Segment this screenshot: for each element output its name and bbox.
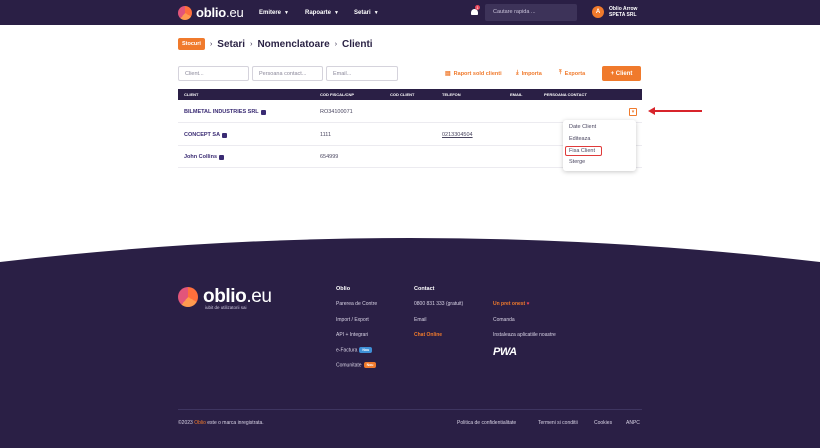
notification-badge: 1 <box>475 5 480 10</box>
highlight-box <box>565 146 602 156</box>
col-cod-fiscal[interactable]: COD FISCAL/CNP <box>320 89 354 100</box>
client-name-link[interactable]: BILMETAL INDUSTRIES SRL <box>184 109 266 115</box>
cookies-link[interactable]: Cookies <box>594 420 612 426</box>
import-link[interactable]: ⤓ Importa <box>516 70 542 77</box>
crumb-setari[interactable]: Setari <box>217 39 245 50</box>
contact-filter-input[interactable]: Persoana contact... <box>252 66 323 81</box>
chevron-down-icon: ▼ <box>334 9 339 16</box>
footer-col-oblio-title: Oblio <box>336 286 351 292</box>
anpc-link[interactable]: ANPC <box>626 420 640 426</box>
pwa-logo[interactable]: PWA <box>493 346 517 358</box>
client-filter-input[interactable]: Client... <box>178 66 249 81</box>
footer-chat-link[interactable]: Chat Online <box>414 332 442 338</box>
footer-order-link[interactable]: Comanda <box>493 317 515 323</box>
footer <box>0 222 820 448</box>
report-balance-link[interactable]: ▤ Raport sold clienti <box>445 70 502 78</box>
client-name-link[interactable]: John Collins <box>184 154 224 160</box>
table-header: CLIENT COD FISCAL/CNP COD CLIENT TELEFON… <box>178 89 642 100</box>
footer-install-apps-link[interactable]: Instaleaza aplicatiile noastre <box>493 332 556 338</box>
col-telefon[interactable]: TELEFON <box>442 89 461 100</box>
footer-link-comunitate[interactable]: Comunitate Nou <box>336 362 377 368</box>
nav-setari[interactable]: Setari ▼ <box>354 0 379 25</box>
footer-email-link[interactable]: Email <box>414 317 427 323</box>
chevron-right-icon: › <box>334 40 338 48</box>
nav-emitere[interactable]: Emitere ▼ <box>259 0 289 25</box>
breadcrumb: Stocuri › Setari › Nomenclatoare › Clien… <box>178 37 373 51</box>
person-icon <box>219 154 224 160</box>
col-persoana-contact[interactable]: PERSOANA CONTACT <box>544 89 587 100</box>
client-name-link[interactable]: CONCEPT SA <box>184 132 228 138</box>
row-actions-toggle-icon[interactable]: ▾ <box>629 108 637 116</box>
user-avatar[interactable]: A <box>592 6 604 18</box>
add-client-button[interactable]: + Client <box>602 66 641 81</box>
nou-badge: Nou <box>359 347 373 353</box>
report-icon: ▤ <box>445 71 451 77</box>
privacy-policy-link[interactable]: Politica de confidentialitate <box>457 420 516 426</box>
col-client[interactable]: CLIENT <box>184 89 198 100</box>
stocuri-badge[interactable]: Stocuri <box>178 38 205 50</box>
menu-item-editeaza[interactable]: Editeaza <box>569 136 590 142</box>
footer-link[interactable]: Import / Export <box>336 317 369 323</box>
footer-col-contact-title: Contact <box>414 286 435 292</box>
menu-item-date-client[interactable]: Date Client <box>569 124 596 130</box>
footer-link[interactable]: Parerea de Contre <box>336 301 377 307</box>
footer-link-efactura[interactable]: e-Factura Nou <box>336 347 373 353</box>
chevron-right-icon: › <box>209 40 213 48</box>
import-icon: ⤓ <box>516 70 519 76</box>
export-icon: ⤒ <box>559 70 562 76</box>
chevron-right-icon: › <box>250 40 253 48</box>
cod-fiscal-cell: 1111 <box>320 132 332 138</box>
telefon-link[interactable]: 0213304504 <box>442 132 473 138</box>
arrow-head-icon <box>648 107 655 115</box>
oblio-logo-icon <box>178 287 198 307</box>
footer-pricing-link[interactable]: Un pret onest ♥ <box>493 301 530 307</box>
company-icon <box>222 132 228 138</box>
user-menu[interactable]: Oblio Arrow SPETA SRL <box>609 6 637 18</box>
oblio-logo-icon <box>178 5 192 20</box>
chevron-down-icon: ▼ <box>284 9 289 16</box>
page-title: Clienti <box>342 38 373 50</box>
heart-icon: ♥ <box>526 301 530 307</box>
footer-phone[interactable]: 0800 831 333 (gratuit) <box>414 301 463 307</box>
export-link[interactable]: ⤒ Exporta <box>559 70 585 77</box>
email-filter-input[interactable]: Email... <box>326 66 398 81</box>
menu-item-sterge[interactable]: Sterge <box>569 159 585 165</box>
annotation-arrow <box>653 110 702 112</box>
col-cod-client[interactable]: COD CLIENT <box>390 89 414 100</box>
copyright: ©2023 Oblio este o marca inregistrata. <box>178 420 264 426</box>
nav-rapoarte[interactable]: Rapoarte ▼ <box>305 0 339 25</box>
footer-tagline: iubit de utilizatorii sai <box>205 305 247 310</box>
col-email[interactable]: EMAIL <box>510 89 522 100</box>
company-icon <box>260 109 266 115</box>
cod-fiscal-cell: 654999 <box>320 154 339 160</box>
terms-link[interactable]: Termeni si conditii <box>538 420 578 426</box>
quick-search-input[interactable]: Cautare rapida ... <box>485 4 577 21</box>
nou-badge: Nou <box>363 362 377 368</box>
top-navbar: oblio.eu Emitere ▼ Rapoarte ▼ Setari ▼ 1 Ca… <box>0 0 820 25</box>
notifications-bell-icon[interactable]: 1 <box>470 5 480 17</box>
footer-divider <box>178 409 642 410</box>
cod-fiscal-cell: RO34100071 <box>320 109 353 115</box>
footer-link[interactable]: API + Integrari <box>336 332 368 338</box>
oblio-logo[interactable]: oblio.eu <box>178 5 244 20</box>
chevron-down-icon: ▼ <box>373 9 379 16</box>
footer-wave-background <box>0 238 820 448</box>
crumb-nomenclatoare[interactable]: Nomenclatoare <box>257 39 329 50</box>
